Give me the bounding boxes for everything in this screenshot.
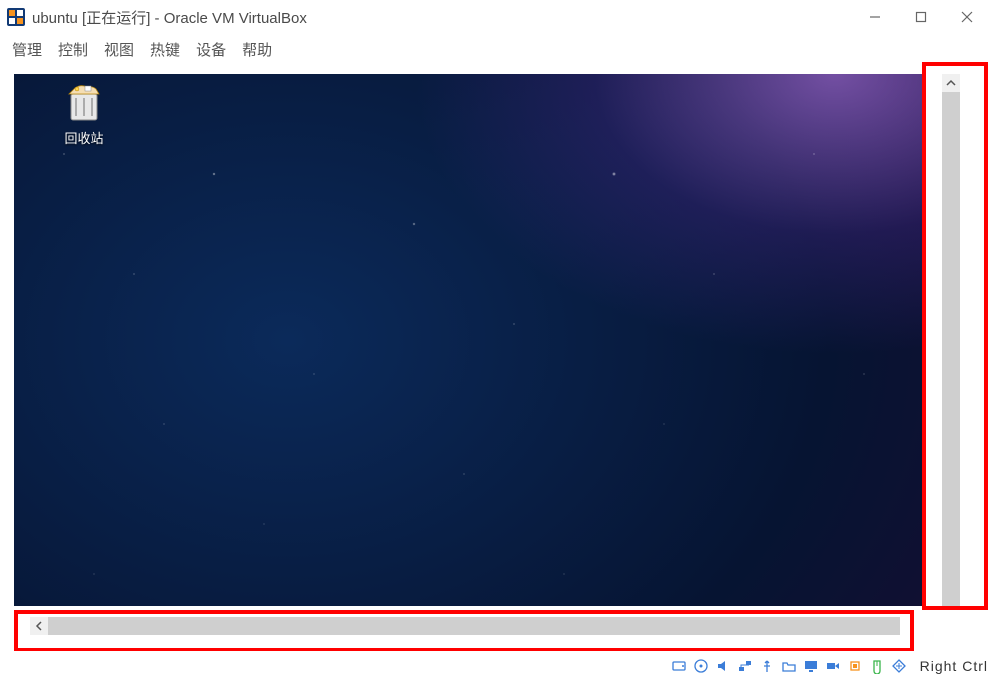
network-icon[interactable]: [736, 657, 754, 675]
window-titlebar: ubuntu [正在运行] - Oracle VM VirtualBox: [0, 0, 996, 34]
usb-icon[interactable]: [758, 657, 776, 675]
desktop-icon-recycle-bin[interactable]: 回收站: [52, 82, 116, 147]
desktop-icon-label: 回收站: [52, 128, 116, 147]
optical-disk-icon[interactable]: [692, 657, 710, 675]
shared-folders-icon[interactable]: [780, 657, 798, 675]
vertical-scroll-track[interactable]: [942, 92, 960, 606]
cpu-icon[interactable]: [846, 657, 864, 675]
status-indicators: [670, 657, 908, 675]
window-controls: [852, 2, 990, 32]
menu-help[interactable]: 帮助: [238, 37, 276, 62]
wallpaper-stars: [14, 74, 926, 606]
audio-icon[interactable]: [714, 657, 732, 675]
maximize-button[interactable]: [898, 2, 944, 32]
close-button[interactable]: [944, 2, 990, 32]
menu-devices[interactable]: 设备: [192, 37, 230, 62]
menu-hotkeys[interactable]: 热键: [146, 37, 184, 62]
menubar: 管理 控制 视图 热键 设备 帮助: [0, 34, 996, 64]
statusbar: Right Ctrl: [0, 651, 996, 681]
mouse-integration-icon[interactable]: [868, 657, 886, 675]
scroll-left-arrow-icon[interactable]: [30, 617, 48, 635]
recording-icon[interactable]: [824, 657, 842, 675]
trash-icon: [63, 82, 105, 124]
host-key-label: Right Ctrl: [920, 658, 988, 674]
display-icon[interactable]: [802, 657, 820, 675]
menu-control[interactable]: 控制: [54, 37, 92, 62]
virtualbox-icon: [6, 7, 26, 27]
horizontal-scrollbar[interactable]: [30, 617, 900, 635]
vm-display-area: 回收站: [0, 64, 996, 651]
menu-view[interactable]: 视图: [100, 37, 138, 62]
hard-disk-icon[interactable]: [670, 657, 688, 675]
vertical-scrollbar[interactable]: [942, 74, 960, 606]
guest-screen[interactable]: 回收站: [14, 74, 926, 606]
minimize-button[interactable]: [852, 2, 898, 32]
scroll-up-arrow-icon[interactable]: [942, 74, 960, 92]
horizontal-scroll-track[interactable]: [48, 617, 900, 635]
menu-manage[interactable]: 管理: [8, 37, 46, 62]
keyboard-capture-icon[interactable]: [890, 657, 908, 675]
window-title: ubuntu [正在运行] - Oracle VM VirtualBox: [32, 7, 852, 28]
